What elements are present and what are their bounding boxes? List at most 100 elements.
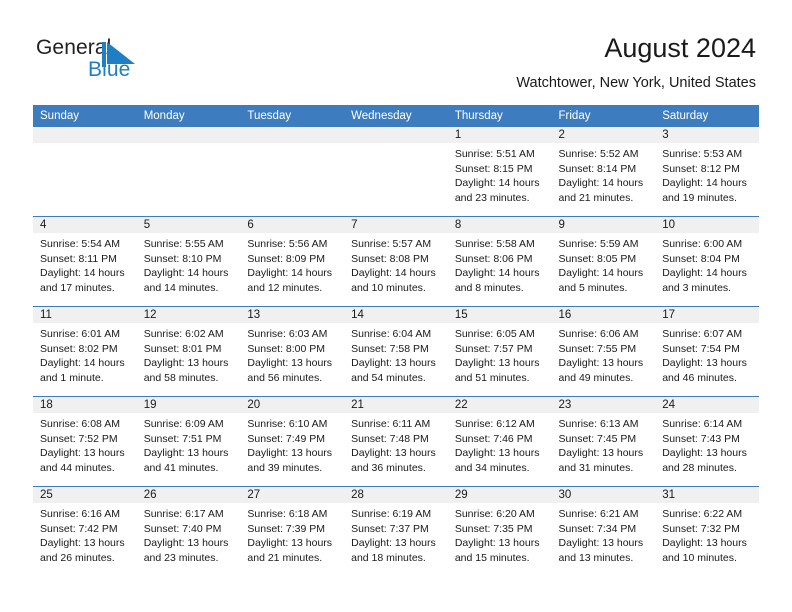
daylight-text-line2: and 34 minutes. (454, 461, 530, 474)
day-cell-inner (136, 127, 241, 216)
daylight-text-line2: and 56 minutes. (247, 371, 323, 384)
sunrise-text: Sunrise: 6:07 AM (662, 328, 743, 340)
calendar-day-cell[interactable]: 16 Sunrise: 6:06 AM Sunset: 7:55 PM Dayligh… (551, 306, 656, 397)
calendar-day-cell[interactable]: 9 Sunrise: 5:59 AM Sunset: 8:05 PM Daylight… (551, 216, 656, 307)
daylight-text-line1: Daylight: 13 hours (247, 357, 333, 370)
day-details: Sunrise: 6:05 AM Sunset: 7:57 PM Daylight:… (448, 323, 552, 385)
weekday-header-row: Sunday Monday Tuesday Wednesday Thursday… (33, 105, 759, 127)
daylight-text-line1: Daylight: 13 hours (40, 537, 125, 550)
brand-logo[interactable]: General Blue (36, 36, 236, 88)
calendar-day-cell[interactable]: 23 Sunrise: 6:13 AM Sunset: 7:45 PM Dayligh… (551, 396, 656, 487)
daylight-text-line1: Daylight: 13 hours (143, 447, 229, 460)
calendar-day-cell[interactable]: 13 Sunrise: 6:03 AM Sunset: 8:00 PM Dayligh… (240, 306, 345, 397)
day-number: 25 (33, 487, 137, 503)
sunset-text: Sunset: 8:05 PM (558, 252, 637, 265)
calendar-day-cell[interactable]: 4 Sunrise: 5:54 AM Sunset: 8:11 PM Daylight… (33, 216, 137, 307)
sunset-text: Sunset: 8:15 PM (454, 162, 533, 175)
daylight-text-line2: and 21 minutes. (247, 551, 323, 564)
calendar-cell-empty (344, 127, 448, 217)
sunrise-text: Sunrise: 6:10 AM (247, 418, 328, 430)
sunset-text: Sunset: 8:02 PM (40, 342, 118, 355)
calendar-cell-empty (136, 127, 241, 217)
calendar-day-cell[interactable]: 25 Sunrise: 6:16 AM Sunset: 7:42 PM Dayligh… (33, 486, 137, 576)
sunset-text: Sunset: 7:51 PM (143, 432, 222, 445)
page-header: General Blue August 2024 Watchtower, New… (0, 0, 792, 100)
daylight-text-line2: and 28 minutes. (662, 461, 737, 474)
calendar-day-cell[interactable]: 31 Sunrise: 6:22 AM Sunset: 7:32 PM Dayligh… (655, 486, 759, 576)
weekday-header-tuesday: Tuesday (240, 105, 345, 127)
day-cell-inner: 12 Sunrise: 6:02 AM Sunset: 8:01 PM Dayligh… (136, 307, 241, 396)
weekday-header-monday: Monday (136, 105, 241, 127)
daylight-text-line2: and 1 minute. (40, 371, 104, 384)
calendar-day-cell[interactable]: 12 Sunrise: 6:02 AM Sunset: 8:01 PM Dayligh… (136, 306, 241, 397)
sunrise-text: Sunrise: 6:03 AM (247, 328, 328, 340)
day-number: 1 (447, 127, 552, 143)
daylight-text-line2: and 8 minutes. (454, 281, 524, 294)
calendar-day-cell[interactable]: 27 Sunrise: 6:18 AM Sunset: 7:39 PM Dayligh… (240, 486, 345, 576)
sunrise-text: Sunrise: 5:55 AM (143, 238, 224, 250)
calendar-day-cell[interactable]: 8 Sunrise: 5:58 AM Sunset: 8:06 PM Daylight… (447, 216, 552, 307)
calendar-day-cell[interactable]: 24 Sunrise: 6:14 AM Sunset: 7:43 PM Dayligh… (655, 396, 759, 487)
day-cell-inner: 14 Sunrise: 6:04 AM Sunset: 7:58 PM Dayligh… (344, 307, 448, 396)
day-details: Sunrise: 6:03 AM Sunset: 8:00 PM Daylight:… (240, 323, 344, 385)
day-number: 6 (240, 217, 345, 233)
calendar-day-cell[interactable]: 5 Sunrise: 5:55 AM Sunset: 8:10 PM Daylight… (136, 216, 241, 307)
daylight-text-line2: and 18 minutes. (351, 551, 426, 564)
daylight-text-line1: Daylight: 14 hours (454, 267, 540, 280)
calendar-day-cell[interactable]: 18 Sunrise: 6:08 AM Sunset: 7:52 PM Dayligh… (33, 396, 137, 487)
calendar-week-row: 18 Sunrise: 6:08 AM Sunset: 7:52 PM Dayligh… (33, 396, 759, 487)
calendar-day-cell[interactable]: 15 Sunrise: 6:05 AM Sunset: 7:57 PM Dayligh… (447, 306, 552, 397)
calendar-day-cell[interactable]: 21 Sunrise: 6:11 AM Sunset: 7:48 PM Dayligh… (344, 396, 448, 487)
sunset-text: Sunset: 8:10 PM (143, 252, 222, 265)
page-title: August 2024 (604, 33, 756, 63)
calendar-day-cell[interactable]: 29 Sunrise: 6:20 AM Sunset: 7:35 PM Dayligh… (447, 486, 552, 576)
sunrise-text: Sunrise: 5:54 AM (40, 238, 120, 250)
calendar-day-cell[interactable]: 30 Sunrise: 6:21 AM Sunset: 7:34 PM Dayligh… (551, 486, 656, 576)
calendar-day-cell[interactable]: 26 Sunrise: 6:17 AM Sunset: 7:40 PM Dayligh… (136, 486, 241, 576)
day-cell-inner: 18 Sunrise: 6:08 AM Sunset: 7:52 PM Dayligh… (33, 397, 137, 486)
sunset-text: Sunset: 7:34 PM (558, 522, 637, 535)
calendar-day-cell[interactable]: 20 Sunrise: 6:10 AM Sunset: 7:49 PM Dayligh… (240, 396, 345, 487)
calendar-day-cell[interactable]: 10 Sunrise: 6:00 AM Sunset: 8:04 PM Dayligh… (655, 216, 759, 307)
daylight-text-line2: and 26 minutes. (40, 551, 115, 564)
calendar-week-row: 4 Sunrise: 5:54 AM Sunset: 8:11 PM Daylight… (33, 216, 759, 307)
calendar-day-cell[interactable]: 28 Sunrise: 6:19 AM Sunset: 7:37 PM Dayligh… (344, 486, 448, 576)
day-number: 23 (551, 397, 656, 413)
sunset-text: Sunset: 8:00 PM (247, 342, 326, 355)
day-details: Sunrise: 6:19 AM Sunset: 7:37 PM Daylight:… (344, 503, 448, 565)
calendar-day-cell[interactable]: 7 Sunrise: 5:57 AM Sunset: 8:08 PM Daylight… (344, 216, 448, 307)
day-cell-inner: 5 Sunrise: 5:55 AM Sunset: 8:10 PM Daylight… (136, 217, 241, 306)
sunrise-text: Sunrise: 6:02 AM (143, 328, 224, 340)
calendar-day-cell[interactable]: 6 Sunrise: 5:56 AM Sunset: 8:09 PM Daylight… (240, 216, 345, 307)
sunset-text: Sunset: 7:35 PM (454, 522, 533, 535)
calendar-day-cell[interactable]: 2 Sunrise: 5:52 AM Sunset: 8:14 PM Daylight… (551, 127, 656, 217)
sunset-text: Sunset: 7:55 PM (558, 342, 637, 355)
sunrise-text: Sunrise: 6:09 AM (143, 418, 224, 430)
calendar-day-cell[interactable]: 19 Sunrise: 6:09 AM Sunset: 7:51 PM Dayligh… (136, 396, 241, 487)
sunrise-text: Sunrise: 6:12 AM (454, 418, 535, 430)
calendar-body: 1 Sunrise: 5:51 AM Sunset: 8:15 PM Daylight… (33, 127, 759, 576)
daylight-text-line1: Daylight: 13 hours (662, 447, 747, 460)
sunrise-text: Sunrise: 6:16 AM (40, 508, 120, 520)
calendar-day-cell[interactable]: 3 Sunrise: 5:53 AM Sunset: 8:12 PM Daylight… (655, 127, 759, 217)
daylight-text-line1: Daylight: 14 hours (454, 177, 540, 190)
day-cell-inner: 16 Sunrise: 6:06 AM Sunset: 7:55 PM Dayligh… (551, 307, 656, 396)
day-cell-inner: 8 Sunrise: 5:58 AM Sunset: 8:06 PM Daylight… (447, 217, 552, 306)
calendar-week-row: 11 Sunrise: 6:01 AM Sunset: 8:02 PM Dayligh… (33, 306, 759, 397)
day-details: Sunrise: 5:59 AM Sunset: 8:05 PM Daylight:… (552, 233, 656, 295)
sunrise-text: Sunrise: 6:13 AM (558, 418, 639, 430)
weekday-header-saturday: Saturday (655, 105, 759, 127)
daylight-text-line2: and 14 minutes. (143, 281, 219, 294)
calendar-day-cell[interactable]: 17 Sunrise: 6:07 AM Sunset: 7:54 PM Dayligh… (655, 306, 759, 397)
calendar-day-cell[interactable]: 11 Sunrise: 6:01 AM Sunset: 8:02 PM Dayligh… (33, 306, 137, 397)
calendar-day-cell[interactable]: 1 Sunrise: 5:51 AM Sunset: 8:15 PM Daylight… (447, 127, 552, 217)
day-cell-inner: 6 Sunrise: 5:56 AM Sunset: 8:09 PM Daylight… (240, 217, 345, 306)
calendar-week-row: 1 Sunrise: 5:51 AM Sunset: 8:15 PM Daylight… (33, 127, 759, 217)
daylight-text-line2: and 3 minutes. (662, 281, 732, 294)
day-details: Sunrise: 6:16 AM Sunset: 7:42 PM Daylight:… (33, 503, 137, 565)
day-cell-inner: 20 Sunrise: 6:10 AM Sunset: 7:49 PM Dayligh… (240, 397, 345, 486)
day-cell-inner: 10 Sunrise: 6:00 AM Sunset: 8:04 PM Dayligh… (655, 217, 759, 306)
calendar-day-cell[interactable]: 22 Sunrise: 6:12 AM Sunset: 7:46 PM Dayligh… (447, 396, 552, 487)
day-cell-inner: 1 Sunrise: 5:51 AM Sunset: 8:15 PM Daylight… (447, 127, 552, 216)
calendar-day-cell[interactable]: 14 Sunrise: 6:04 AM Sunset: 7:58 PM Dayligh… (344, 306, 448, 397)
